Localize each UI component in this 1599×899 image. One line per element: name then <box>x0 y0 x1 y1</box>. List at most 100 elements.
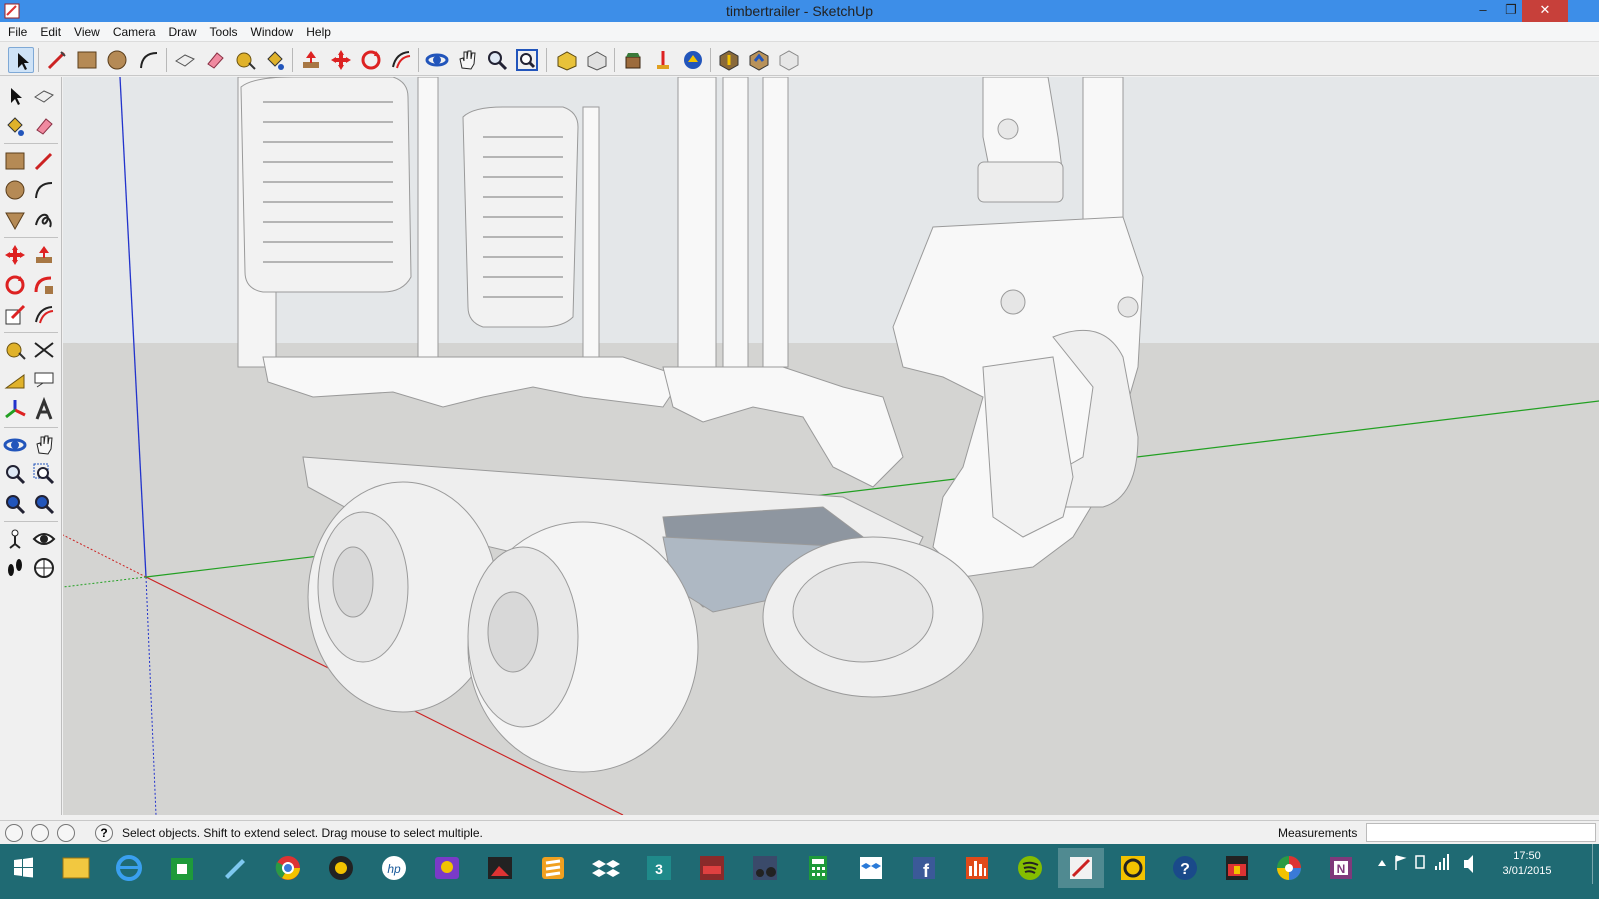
scale-tool[interactable] <box>2 302 28 328</box>
menu-camera[interactable]: Camera <box>106 22 162 42</box>
share-component-button[interactable] <box>746 47 772 73</box>
circle-tool[interactable] <box>2 177 28 203</box>
taskbar-equalizer[interactable] <box>954 848 1000 888</box>
look-around-tool[interactable] <box>31 526 57 552</box>
taskbar-calculator[interactable] <box>795 848 841 888</box>
taskbar-media-player[interactable] <box>318 848 364 888</box>
eraser-tool[interactable] <box>31 113 57 139</box>
zoom-extents-button[interactable] <box>514 47 540 73</box>
geo-location-icon[interactable] <box>5 824 23 842</box>
extension-warehouse-button[interactable] <box>620 47 646 73</box>
share-model-button[interactable] <box>584 47 610 73</box>
get-models-button[interactable] <box>716 47 742 73</box>
close-button[interactable]: ✕ <box>1522 0 1568 22</box>
menu-window[interactable]: Window <box>244 22 300 42</box>
push-pull-tool[interactable] <box>31 242 57 268</box>
orbit-tool-button[interactable] <box>424 47 450 73</box>
taskbar-picasa[interactable] <box>1266 848 1312 888</box>
pan-tool[interactable] <box>31 432 57 458</box>
zoom-tool[interactable] <box>2 461 28 487</box>
circle-tool-button[interactable] <box>104 47 130 73</box>
taskbar-dropbox[interactable] <box>583 848 629 888</box>
style-builder-button[interactable] <box>680 47 706 73</box>
taskbar-spotify[interactable] <box>1007 848 1053 888</box>
protractor-tool[interactable] <box>2 367 28 393</box>
taskbar-tractor-game[interactable] <box>742 848 788 888</box>
3d-warehouse-button[interactable] <box>554 47 580 73</box>
measurements-input[interactable] <box>1366 823 1596 842</box>
freehand-tool[interactable] <box>31 207 57 233</box>
menu-draw[interactable]: Draw <box>162 22 203 42</box>
rotate-tool-button[interactable] <box>358 47 384 73</box>
menu-view[interactable]: View <box>67 22 106 42</box>
axes-tool[interactable] <box>2 397 28 423</box>
zoom-tool-button[interactable] <box>484 47 510 73</box>
show-desktop-button[interactable] <box>1592 844 1599 884</box>
zoom-window-tool[interactable] <box>31 461 57 487</box>
taskbar-studio[interactable] <box>1214 848 1260 888</box>
model-viewport[interactable] <box>63 77 1599 815</box>
menu-tools[interactable]: Tools <box>203 22 244 42</box>
select-tool-button[interactable] <box>8 47 34 73</box>
taskbar-store[interactable] <box>159 848 205 888</box>
extension-button[interactable] <box>776 47 802 73</box>
taskbar-photo-app[interactable] <box>477 848 523 888</box>
text-tool[interactable] <box>31 367 57 393</box>
offset-tool-button[interactable] <box>388 47 414 73</box>
move-tool[interactable] <box>2 242 28 268</box>
arc-tool[interactable] <box>31 177 57 203</box>
line-tool-button[interactable] <box>44 47 70 73</box>
push-pull-button[interactable] <box>298 47 324 73</box>
taskbar-internet-explorer[interactable] <box>106 848 152 888</box>
rotate-tool[interactable] <box>2 272 28 298</box>
3d-text-tool[interactable] <box>31 396 57 423</box>
taskbar-sublime[interactable] <box>530 848 576 888</box>
line-tool[interactable] <box>31 148 57 174</box>
arc-tool-button[interactable] <box>136 47 162 73</box>
dimension-tool[interactable] <box>31 337 57 363</box>
walk-tool[interactable] <box>2 555 28 581</box>
zoom-extents-tool[interactable] <box>31 491 57 517</box>
taskbar-onenote[interactable]: N <box>1318 848 1364 888</box>
copyright-icon[interactable] <box>57 824 75 842</box>
taskbar-3ds-max[interactable]: 3 <box>636 848 682 888</box>
previous-view-tool[interactable] <box>2 491 28 517</box>
start-button[interactable] <box>0 848 46 888</box>
taskbar-hp[interactable]: hp <box>371 848 417 888</box>
select-tool[interactable] <box>2 83 28 109</box>
menu-edit[interactable]: Edit <box>33 22 67 42</box>
minimize-button[interactable]: – <box>1468 0 1498 22</box>
move-tool-button[interactable] <box>328 47 354 73</box>
taskbar-game-app[interactable] <box>424 848 470 888</box>
make-component-tool[interactable] <box>31 83 57 109</box>
rectangle-tool-button[interactable] <box>74 47 100 73</box>
taskbar-facebook[interactable]: f <box>901 848 947 888</box>
section-plane-tool[interactable] <box>31 555 57 581</box>
menu-help[interactable]: Help <box>299 22 337 42</box>
taskbar-rocket-app[interactable] <box>212 848 258 888</box>
taskbar-dropbox-alt[interactable] <box>848 848 894 888</box>
position-camera-tool[interactable] <box>2 526 28 552</box>
clock[interactable]: 17:50 3/01/2015 <box>1495 849 1559 879</box>
make-component-button[interactable] <box>172 47 198 73</box>
eraser-tool-button[interactable] <box>202 47 228 73</box>
layout-button[interactable] <box>650 47 676 73</box>
tape-measure-tool[interactable] <box>2 337 28 363</box>
rectangle-tool[interactable] <box>2 148 28 174</box>
taskbar-circle-app[interactable] <box>1110 848 1156 888</box>
taskbar-sketchup[interactable] <box>1058 848 1104 888</box>
pan-tool-button[interactable] <box>454 47 480 73</box>
taskbar-help[interactable]: ? <box>1162 848 1208 888</box>
tape-measure-button[interactable] <box>232 47 258 73</box>
credits-icon[interactable] <box>31 824 49 842</box>
follow-me-tool[interactable] <box>31 272 57 298</box>
taskbar-file-explorer[interactable] <box>53 848 99 888</box>
orbit-tool[interactable] <box>2 432 28 458</box>
menu-file[interactable]: File <box>1 22 33 42</box>
paint-bucket-tool[interactable] <box>2 113 28 139</box>
taskbar-racing-game[interactable] <box>689 848 735 888</box>
polygon-tool[interactable] <box>2 207 28 233</box>
taskbar-chrome[interactable] <box>265 848 311 888</box>
offset-tool[interactable] <box>31 302 57 328</box>
paint-bucket-button[interactable] <box>262 47 288 73</box>
